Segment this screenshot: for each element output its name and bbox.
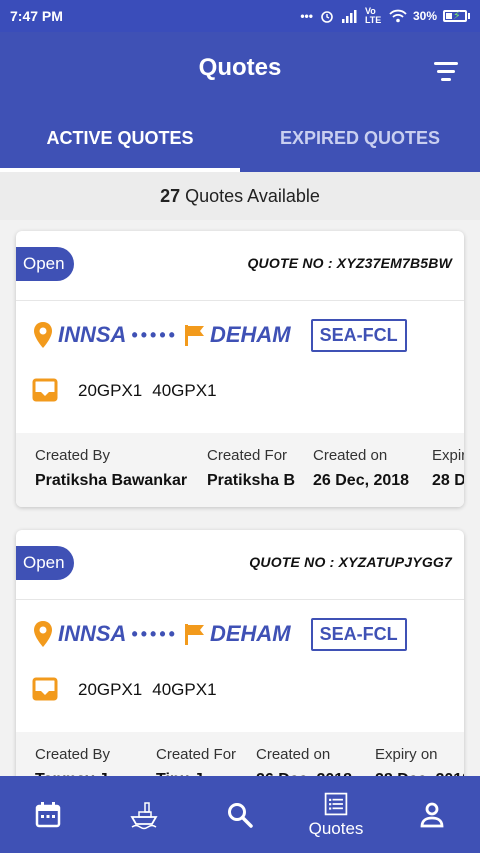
route: INNSA ••••• DEHAM SEA-FCL	[16, 301, 464, 369]
network-label: Vo LTE	[364, 6, 382, 25]
filter-button[interactable]	[426, 54, 466, 88]
container-list: 20GPX1 40GPX1	[16, 668, 464, 712]
quotes-count-bar: 27 Quotes Available	[0, 172, 480, 220]
destination-port: DEHAM	[209, 621, 291, 646]
nav-quotes[interactable]: Quotes	[288, 776, 384, 853]
container-item: 40GPX1	[152, 381, 217, 400]
meta-created-by: Created By Pratiksha Bawankar	[35, 447, 188, 489]
bottom-nav: Quotes	[0, 776, 480, 853]
quote-card-header: Open QUOTE NO : XYZ37EM7B5BW	[16, 231, 464, 301]
mode-badge: SEA-FCL	[310, 617, 407, 651]
app-bar: Quotes ACTIVE QUOTES EXPIRED QUOTES	[0, 32, 480, 172]
alarm-icon	[321, 11, 333, 23]
origin-port: INNSA	[58, 322, 127, 347]
route: INNSA ••••• DEHAM SEA-FCL	[16, 600, 464, 668]
status-badge: Open	[16, 546, 74, 580]
location-pin-icon	[34, 322, 52, 348]
origin-port: INNSA	[58, 621, 127, 646]
container-icon	[32, 677, 58, 701]
mode-badge: SEA-FCL	[310, 318, 407, 352]
list-icon	[324, 792, 348, 815]
container-icon	[32, 378, 58, 402]
calendar-icon	[35, 801, 61, 827]
route-dots: •••••	[131, 623, 178, 644]
quotes-count: 27	[160, 186, 181, 206]
meta-created-for: Created For Pratiksha B	[207, 447, 296, 489]
quote-card[interactable]: Open QUOTE NO : XYZATUPJYGG7 INNSA •••••…	[16, 530, 464, 806]
destination-port: DEHAM	[209, 322, 291, 347]
quote-card[interactable]: Open QUOTE NO : XYZ37EM7B5BW INNSA •••••…	[16, 231, 464, 507]
location-pin-icon	[34, 621, 52, 647]
page-title: Quotes	[198, 54, 282, 81]
container-item: 20GPX1	[78, 680, 143, 699]
meta-expiry-on: Expiry on 28 Dec, 2018	[432, 447, 464, 489]
container-item: 40GPX1	[152, 680, 217, 699]
nav-profile[interactable]	[384, 776, 480, 853]
container-item: 20GPX1	[78, 381, 143, 400]
quote-card-header: Open QUOTE NO : XYZATUPJYGG7	[16, 530, 464, 600]
flag-icon	[184, 325, 204, 346]
person-icon	[420, 802, 444, 827]
status-badge: Open	[16, 247, 74, 281]
status-icons: ••• Vo LTE 30% ⚡	[300, 7, 470, 25]
nav-search[interactable]	[192, 776, 288, 853]
tab-active-quotes[interactable]: ACTIVE QUOTES	[0, 116, 240, 172]
quotes-count-label: Quotes Available	[185, 186, 320, 206]
wifi-icon	[389, 9, 407, 23]
quote-number: QUOTE NO : XYZ37EM7B5BW	[247, 255, 452, 271]
quote-meta: Created By Pratiksha Bawankar Created Fo…	[16, 433, 464, 507]
battery-icon: ⚡	[443, 10, 470, 22]
ship-icon	[130, 801, 158, 829]
status-time: 7:47 PM	[10, 8, 63, 24]
nav-quotes-label: Quotes	[308, 818, 364, 838]
nav-shipments[interactable]	[96, 776, 192, 853]
container-list: 20GPX1 40GPX1	[16, 369, 464, 413]
meta-created-on: Created on 26 Dec, 2018	[313, 447, 410, 489]
status-bar: 7:47 PM ••• Vo LTE 30% ⚡	[0, 0, 480, 32]
nav-calendar[interactable]	[0, 776, 96, 853]
more-dots-icon: •••	[300, 9, 313, 23]
signal-icon	[341, 10, 357, 23]
quote-tabs: ACTIVE QUOTES EXPIRED QUOTES	[0, 116, 480, 172]
filter-icon	[434, 61, 458, 65]
flag-icon	[184, 624, 204, 645]
quote-number: QUOTE NO : XYZATUPJYGG7	[249, 554, 452, 570]
route-dots: •••••	[131, 324, 178, 345]
tab-expired-quotes[interactable]: EXPIRED QUOTES	[240, 116, 480, 172]
search-icon	[228, 802, 253, 828]
battery-percent: 30%	[412, 9, 437, 23]
